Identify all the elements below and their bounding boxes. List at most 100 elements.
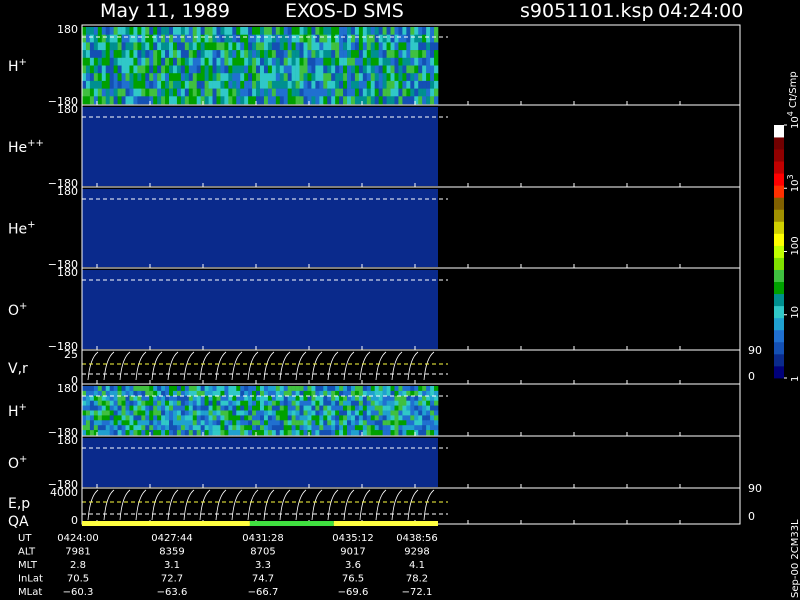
panel-0-cell <box>378 80 383 89</box>
panel-0-cell <box>260 57 265 66</box>
panel-0-cell <box>180 88 186 97</box>
panel-0-cell <box>184 27 190 35</box>
panel-5-cell <box>378 390 383 397</box>
panel-5-cell <box>224 410 229 416</box>
panel-0-cell <box>350 73 356 82</box>
panel-5-cell <box>422 386 427 392</box>
panel-0-cell <box>157 50 162 59</box>
panel-0-cell <box>319 96 324 105</box>
panel-5-cell <box>101 410 107 416</box>
panel-0-cell <box>82 73 87 82</box>
panel-0-cell <box>430 73 435 82</box>
panel-0-cell <box>172 57 178 66</box>
panel-5-cell <box>224 386 229 392</box>
panel-5-cell <box>121 395 126 401</box>
panel-5-cell <box>121 425 126 431</box>
ephem-value: −66.7 <box>248 587 279 598</box>
panel-0-cell <box>319 50 324 59</box>
panel-5-cell <box>260 415 265 421</box>
panel-5-cell <box>299 395 304 401</box>
panel-0-cell <box>196 65 201 74</box>
panel-5-cell <box>307 400 312 406</box>
panel-0-cell <box>414 27 419 35</box>
panel-0-cell <box>374 88 379 97</box>
panel-5-cell <box>422 425 427 431</box>
panel-5-cell <box>315 430 320 436</box>
panel-5-cell <box>402 400 407 406</box>
panel-0-cell <box>327 42 332 51</box>
panel-0-cell <box>418 88 423 97</box>
panel-0-cell <box>204 80 209 89</box>
panel-5-cell <box>145 390 150 397</box>
panel-0-cell <box>256 73 261 82</box>
panel-5-cell <box>358 390 364 397</box>
ephem-value: 8359 <box>159 547 184 558</box>
panel-3-label: O+ <box>8 301 27 319</box>
panel-0-cell <box>362 57 368 66</box>
panel-0-cell <box>279 80 285 89</box>
panel-5-cell <box>125 430 130 436</box>
panel-5-cell <box>362 425 368 431</box>
panel-0-cell <box>327 88 332 97</box>
panel-5-cell <box>267 386 273 392</box>
panel-5-cell <box>283 390 288 397</box>
panel-0-cell <box>248 96 253 105</box>
panel-5-cell <box>109 386 114 392</box>
panel-0-cell <box>299 34 304 43</box>
panel-0-cell <box>236 50 241 59</box>
panel-5-cell <box>386 430 391 436</box>
panel-5-cell <box>430 430 435 436</box>
panel-5-cell <box>275 395 281 401</box>
panel-0-cell <box>105 88 110 97</box>
panel-0-cell <box>327 73 332 82</box>
panel-7-trace <box>87 489 435 521</box>
panel-0-cell <box>366 34 372 43</box>
panel-5-cell <box>97 410 103 416</box>
panel-5-cell <box>263 390 269 397</box>
panel-5-cell <box>319 415 324 421</box>
panel-5-cell <box>165 405 170 411</box>
panel-5-cell <box>418 410 423 416</box>
panel-0-cell <box>370 88 376 97</box>
panel-5-cell <box>279 425 285 431</box>
panel-0-cell <box>145 73 150 82</box>
panel-0-cell <box>93 65 99 74</box>
panel-5-cell <box>382 425 387 431</box>
panel-0-cell <box>165 42 170 51</box>
panel-5-cell <box>307 395 312 401</box>
panel-0-label: H+ <box>8 57 27 75</box>
panel-5-cell <box>378 386 383 392</box>
panel-0-cell <box>410 34 415 43</box>
panel-5-cell <box>386 400 391 406</box>
panel-0-cell <box>382 80 387 89</box>
panel-4-trace <box>87 351 435 381</box>
panel-5-cell <box>307 430 312 436</box>
panel-0-cell <box>256 34 261 43</box>
panel-5-cell <box>323 405 328 411</box>
panel-5-cell <box>319 390 324 397</box>
panel-0-cell <box>350 34 356 43</box>
panel-0-cell <box>228 57 233 66</box>
panel-5-cell <box>303 415 308 421</box>
panel-5-cell <box>291 390 296 397</box>
panel-0-cell <box>220 34 225 43</box>
panel-0-cell <box>263 50 269 59</box>
panel-0-cell <box>315 73 320 82</box>
panel-0-cell <box>212 50 217 59</box>
panel-5-cell <box>311 400 316 406</box>
panel-5-cell <box>271 405 277 411</box>
panel-0-cell <box>331 73 336 82</box>
panel-5-cell <box>169 400 174 406</box>
panel-0-cell <box>240 57 245 66</box>
panel-0-cell <box>350 50 356 59</box>
panel-0-cell <box>161 73 166 82</box>
panel-5-cell <box>105 400 110 406</box>
panel-5-cell <box>248 395 253 401</box>
panel-5-cell <box>101 400 107 406</box>
panel-0-cell <box>398 42 403 51</box>
panel-4-right-top: 90 <box>748 344 762 357</box>
panel-0-cell <box>382 34 387 43</box>
panel-5-cell <box>291 410 296 416</box>
panel-0-cell <box>180 80 186 89</box>
panel-0-cell <box>370 34 376 43</box>
